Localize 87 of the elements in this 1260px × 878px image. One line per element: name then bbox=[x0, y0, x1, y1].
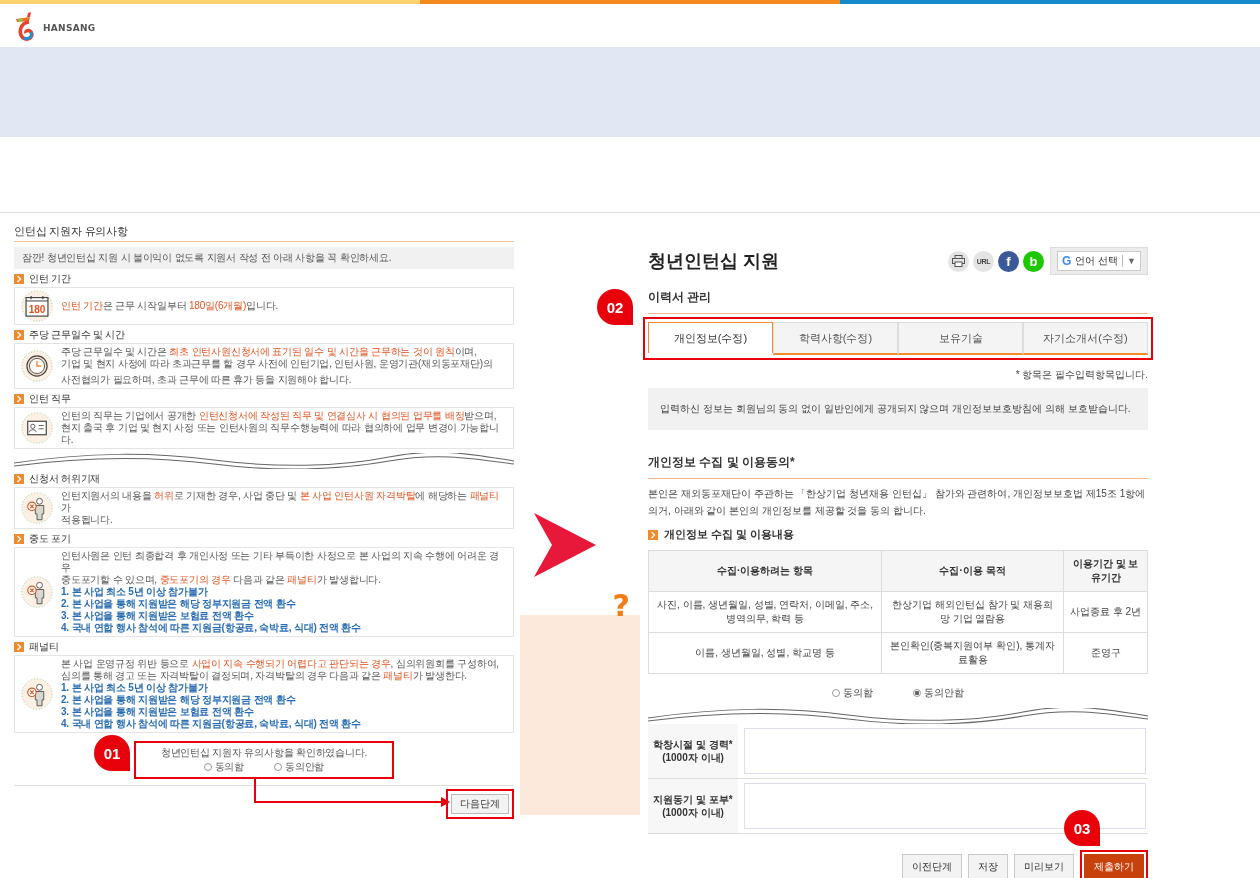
notice-text: 중도포기할 수 있으며, 중도포기의 경우 다음과 같은 패널티가 발생합니다. bbox=[61, 574, 382, 586]
penalty-item: 1. 본 사업 최소 5년 이상 참가불가 bbox=[61, 586, 209, 598]
tab[interactable]: 자기소개서(수정) bbox=[1023, 322, 1148, 355]
callout-badge: 02 bbox=[597, 289, 633, 325]
notice-text: 인턴지원서의 내용을 허위로 기재한 경우, 사업 중단 및 본 사업 인턴사원 자격박탈에 해당하는 패널티가 bbox=[61, 490, 500, 514]
notice-text: 본 사업 운영규정 위반 등으로 사업이 지속 수행되기 어렵다고 판단되는 경우, 심의위원회를 구성하여, bbox=[61, 658, 500, 670]
notice-text: 주당 근무일수 및 시간은 최초 인턴사원신청서에 표기된 일수 및 시간을 근무하는 것이 원칙이며, bbox=[61, 346, 478, 358]
language-select[interactable]: G 언어 선택 ▼ bbox=[1056, 251, 1141, 271]
person-x-icon bbox=[21, 576, 53, 608]
section-heading: 신청서 허위기재 bbox=[29, 473, 101, 485]
g-logo-icon: G bbox=[1061, 254, 1072, 268]
bullet-icon bbox=[14, 394, 24, 404]
bullet-icon bbox=[14, 474, 24, 484]
tab[interactable]: 보유기술 bbox=[898, 322, 1023, 355]
section-heading: 인턴 직무 bbox=[29, 393, 71, 405]
penalty-item: 1. 본 사업 최소 5년 이상 참가불가 bbox=[61, 682, 209, 694]
section-heading: 주당 근무일수 및 시간 bbox=[29, 329, 125, 341]
notice-text: 사전협의가 필요하며, 초과 근무에 따른 휴가 등을 지원해야 합니다. bbox=[61, 374, 353, 386]
field-hint: (1000자 이내) bbox=[662, 806, 724, 819]
section-heading: 패널티 bbox=[29, 641, 59, 653]
question-mark: ? bbox=[612, 589, 630, 623]
submit-button[interactable]: 제출하기 bbox=[1084, 854, 1144, 878]
penalty-item: 2. 본 사업을 통해 지원받은 해당 정부지원금 전액 환수 bbox=[61, 694, 297, 706]
print-icon[interactable] bbox=[947, 250, 969, 272]
field-label: 학창시절 및 경력* bbox=[653, 738, 733, 751]
bullet-icon bbox=[14, 642, 24, 652]
consent-text: 본인은 재외동포재단이 주관하는 「한상기업 청년채용 인턴십」 참가와 관련하여, 개인정보보호법 제15조 1항에 의거, 아래와 같이 본인의 개인정보를 제공할 것을 동의 합니다. bbox=[648, 487, 1147, 518]
caret-icon: ▼ bbox=[1127, 256, 1136, 266]
table-cell: 본인확인(중복지원여부 확인), 통계자료활용 bbox=[881, 632, 1064, 674]
notice-text: 적용됩니다. bbox=[61, 514, 114, 526]
text-area-field[interactable] bbox=[744, 728, 1146, 774]
radio-option[interactable]: 동의안함 bbox=[913, 686, 964, 700]
id-card-icon bbox=[21, 412, 53, 444]
bullet-icon bbox=[14, 330, 24, 340]
notice-text: 잠깐! 청년인턴십 지원 시 불이익이 없도록 지원서 작성 전 아래 사항을 꼭 확인하세요. bbox=[14, 247, 514, 269]
clock-icon bbox=[21, 350, 53, 382]
table-cell: 이름, 생년월일, 성별, 학교명 등 bbox=[648, 632, 882, 674]
radio-option[interactable]: 동의안함 bbox=[274, 761, 325, 773]
bullet-icon bbox=[648, 529, 658, 540]
action-button[interactable]: 미리보기 bbox=[1014, 854, 1074, 878]
radio-option[interactable]: 동의함 bbox=[832, 686, 873, 700]
table-cell: 준영구 bbox=[1063, 632, 1148, 674]
penalty-item: 3. 본 사업을 통해 지원받은 보험료 전액 환수 bbox=[61, 706, 255, 718]
section-title: 이력서 관리 bbox=[648, 275, 1148, 314]
confirm-text: 청년인턴십 지원자 유의사항을 확인하였습니다. bbox=[160, 747, 368, 759]
table-cell: 한상기업 해외인턴십 참가 및 채용희망 기업 열람용 bbox=[881, 591, 1064, 633]
tab[interactable]: 개인정보(수정) bbox=[648, 322, 773, 353]
subheading: 개인정보 수집 및 이용내용 bbox=[664, 527, 795, 542]
table-cell: 사진, 이름, 생년월일, 성별, 연락처, 이메일, 주소, 병역의무, 학력 등 bbox=[648, 591, 882, 633]
field-label: 지원동기 및 포부* bbox=[653, 793, 733, 806]
notice-text: 인턴의 직무는 기업에서 공개한 인턴신청서에 작성된 직무 및 연결심사 시 협의된 업무를 배정받으며, bbox=[61, 410, 498, 422]
penalty-item: 4. 국내 연합 행사 참석에 따른 지원금(항공료, 숙박료, 식대) 전액 환수 bbox=[61, 622, 362, 634]
action-button[interactable]: 이전단계 bbox=[902, 854, 962, 878]
pointer-arrow-icon bbox=[534, 513, 596, 577]
column-header: 이용기간 및 보유기간 bbox=[1063, 550, 1148, 592]
notice-text: 인턴 기간은 근무 시작일부터 180일(6개월)입니다. bbox=[61, 300, 279, 312]
bullet-icon bbox=[14, 274, 24, 284]
tab[interactable]: 학력사항(수정) bbox=[773, 322, 898, 355]
column-header: 수집·이용 목적 bbox=[881, 550, 1064, 592]
notice-text: 현지 출국 후 기업 및 현지 사정 또는 인턴사원의 직무수행능력에 따라 협의하에 업무 변경이 가능합니다. bbox=[61, 422, 500, 446]
callout-badge: 03 bbox=[1064, 810, 1100, 846]
penalty-item: 2. 본 사업을 통해 지원받은 해당 정부지원금 전액 환수 bbox=[61, 598, 297, 610]
penalty-item: 3. 본 사업을 통해 지원받은 보험료 전액 환수 bbox=[61, 610, 255, 622]
person-x-icon bbox=[21, 678, 53, 710]
person-x-icon bbox=[21, 492, 53, 524]
table-cell: 사업종료 후 2년 bbox=[1063, 591, 1148, 633]
callout-badge: 01 bbox=[94, 735, 130, 771]
penalty-item: 4. 국내 연합 행사 참석에 따른 지원금(항공료, 숙박료, 식대) 전액 환수 bbox=[61, 718, 362, 730]
notice-text: 심의를 통해 경고 또는 자격박탈이 결정되며, 자격박탈의 경우 다음과 같은 패널티가 발생한다. bbox=[61, 670, 468, 682]
required-note: * 항목은 필수입력항목입니다. bbox=[1014, 368, 1148, 382]
info-box: 입력하신 정보는 회원님의 동의 없이 일반인에게 공개되지 않으며 개인정보보호방침에 의해 보호받습니다. bbox=[648, 388, 1148, 430]
panel-title: 인턴십 지원자 유의사항 bbox=[14, 223, 514, 242]
notice-text: 기업 및 현지 사정에 따라 초과근무를 할 경우 사전에 인턴기업, 인턴사원, 운영기관(재외동포재단)의 bbox=[61, 358, 494, 370]
notice-text: 인턴사원은 인턴 최종합격 후 개인사정 또는 기타 부득이한 사정으로 본 사업의 지속 수행에 어려운 경우 bbox=[61, 550, 500, 574]
action-button[interactable]: 저장 bbox=[968, 854, 1008, 878]
logo-text: HANSANG bbox=[43, 22, 96, 33]
field-hint: (1000자 이내) bbox=[662, 751, 724, 764]
section-heading: 중도 포기 bbox=[29, 533, 71, 545]
section-title: 개인정보 수집 및 이용동의* bbox=[648, 430, 1148, 479]
calendar-icon: 180 bbox=[21, 290, 53, 322]
column-header: 수집·이용하려는 항목 bbox=[648, 550, 882, 592]
page-title: 청년인턴십 지원 bbox=[648, 250, 780, 273]
section-heading: 인턴 기간 bbox=[29, 273, 71, 285]
bullet-icon bbox=[14, 534, 24, 544]
next-step-button[interactable]: 다음단계 bbox=[451, 794, 509, 814]
share-button[interactable]: f bbox=[997, 250, 1019, 272]
radio-option[interactable]: 동의함 bbox=[203, 761, 245, 773]
